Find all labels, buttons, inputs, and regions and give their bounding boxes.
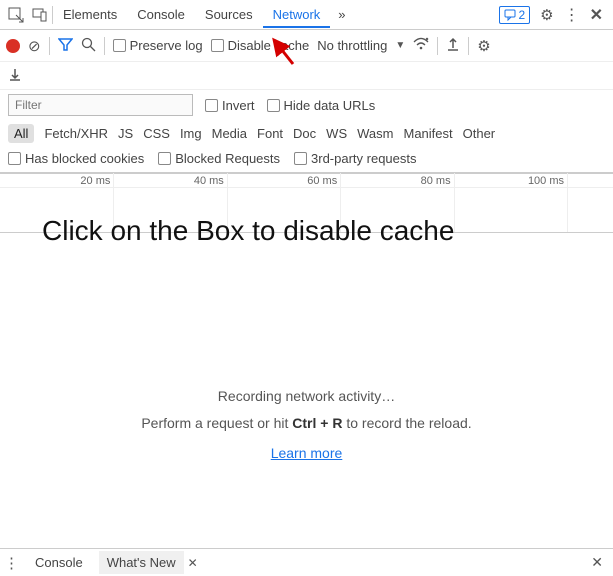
type-js[interactable]: JS bbox=[118, 126, 133, 141]
timeline-tick: 60 ms bbox=[307, 175, 340, 187]
filter-bar: Invert Hide data URLs bbox=[0, 90, 613, 120]
preserve-log-label: Preserve log bbox=[130, 38, 203, 53]
type-other[interactable]: Other bbox=[463, 126, 496, 141]
network-conditions-icon[interactable] bbox=[413, 37, 429, 54]
checkbox-icon bbox=[267, 99, 280, 112]
type-fetchxhr[interactable]: Fetch/XHR bbox=[44, 126, 108, 141]
disable-cache-label: Disable cache bbox=[228, 38, 310, 53]
preserve-log-checkbox[interactable]: Preserve log bbox=[113, 38, 203, 53]
divider bbox=[49, 37, 50, 55]
checkbox-icon bbox=[8, 152, 21, 165]
invert-label: Invert bbox=[222, 98, 255, 113]
throttling-select[interactable]: No throttling bbox=[317, 38, 387, 53]
type-ws[interactable]: WS bbox=[326, 126, 347, 141]
settings-icon[interactable]: ⚙ bbox=[540, 6, 553, 24]
type-all[interactable]: All bbox=[8, 124, 34, 143]
checkbox-icon bbox=[211, 39, 224, 52]
hide-data-urls-label: Hide data URLs bbox=[284, 98, 376, 113]
drawer-close-icon[interactable]: ✕ bbox=[591, 554, 609, 571]
tab-network[interactable]: Network bbox=[263, 1, 331, 28]
third-party-label: 3rd-party requests bbox=[311, 151, 417, 166]
invert-checkbox[interactable]: Invert bbox=[205, 98, 255, 113]
network-log-empty: Recording network activity… Perform a re… bbox=[0, 233, 613, 533]
type-font[interactable]: Font bbox=[257, 126, 283, 141]
record-button[interactable] bbox=[6, 39, 20, 53]
drawer-menu-icon[interactable]: ⋮ bbox=[4, 554, 19, 572]
type-media[interactable]: Media bbox=[212, 126, 247, 141]
clear-icon[interactable]: ⊘ bbox=[28, 37, 41, 55]
menu-icon[interactable]: ⋮ bbox=[564, 5, 580, 25]
messages-badge[interactable]: 2 bbox=[499, 6, 530, 24]
blocked-cookies-checkbox[interactable]: Has blocked cookies bbox=[8, 151, 144, 166]
divider bbox=[104, 37, 105, 55]
timeline-tick: 100 ms bbox=[528, 175, 567, 187]
disable-cache-checkbox[interactable]: Disable cache bbox=[211, 38, 310, 53]
tab-sources[interactable]: Sources bbox=[195, 1, 263, 28]
third-party-checkbox[interactable]: 3rd-party requests bbox=[294, 151, 417, 166]
divider bbox=[468, 37, 469, 55]
resource-type-filter: All Fetch/XHR JS CSS Img Media Font Doc … bbox=[0, 120, 613, 147]
drawer-tab-close-icon[interactable]: ✕ bbox=[188, 556, 198, 570]
timeline-tick: 40 ms bbox=[194, 175, 227, 187]
blocked-requests-label: Blocked Requests bbox=[175, 151, 280, 166]
search-icon[interactable] bbox=[81, 37, 96, 55]
network-settings-icon[interactable]: ⚙ bbox=[477, 37, 490, 55]
drawer-tab-whatsnew[interactable]: What's New bbox=[99, 551, 184, 574]
annotation-text: Click on the Box to disable cache bbox=[42, 215, 454, 247]
filter-input[interactable] bbox=[8, 94, 193, 116]
import-har-icon[interactable] bbox=[446, 37, 460, 54]
tab-console[interactable]: Console bbox=[127, 1, 195, 28]
drawer-tabstrip: ⋮ Console What's New ✕ ✕ bbox=[0, 548, 613, 576]
type-css[interactable]: CSS bbox=[143, 126, 170, 141]
recording-title: Recording network activity… bbox=[0, 388, 613, 404]
export-row bbox=[0, 62, 613, 90]
devtools-tabstrip: Elements Console Sources Network » 2 ⚙ ⋮… bbox=[0, 0, 613, 30]
inspect-icon[interactable] bbox=[4, 3, 28, 27]
filter-toggle-icon[interactable] bbox=[58, 37, 73, 55]
checkbox-icon bbox=[294, 152, 307, 165]
recording-subtitle: Perform a request or hit Ctrl + R to rec… bbox=[0, 415, 613, 431]
more-tabs-icon[interactable]: » bbox=[330, 1, 353, 28]
checkbox-icon bbox=[158, 152, 171, 165]
divider bbox=[437, 37, 438, 55]
messages-count: 2 bbox=[518, 8, 525, 22]
export-har-icon[interactable] bbox=[8, 67, 22, 85]
blocked-requests-checkbox[interactable]: Blocked Requests bbox=[158, 151, 280, 166]
hide-data-urls-checkbox[interactable]: Hide data URLs bbox=[267, 98, 376, 113]
close-icon[interactable]: ✕ bbox=[590, 5, 603, 25]
timeline-tick: 80 ms bbox=[421, 175, 454, 187]
checkbox-icon bbox=[113, 39, 126, 52]
type-doc[interactable]: Doc bbox=[293, 126, 316, 141]
drawer-tab-console[interactable]: Console bbox=[27, 551, 91, 574]
type-manifest[interactable]: Manifest bbox=[403, 126, 452, 141]
type-img[interactable]: Img bbox=[180, 126, 202, 141]
type-wasm[interactable]: Wasm bbox=[357, 126, 393, 141]
timeline-tick: 20 ms bbox=[80, 175, 113, 187]
learn-more-link[interactable]: Learn more bbox=[271, 445, 343, 461]
more-filters-row: Has blocked cookies Blocked Requests 3rd… bbox=[0, 147, 613, 173]
blocked-cookies-label: Has blocked cookies bbox=[25, 151, 144, 166]
checkbox-icon bbox=[205, 99, 218, 112]
device-toggle-icon[interactable] bbox=[28, 3, 52, 27]
network-toolbar: ⊘ Preserve log Disable cache No throttli… bbox=[0, 30, 613, 62]
dropdown-icon[interactable]: ▼ bbox=[395, 40, 405, 51]
tab-elements[interactable]: Elements bbox=[53, 1, 127, 28]
